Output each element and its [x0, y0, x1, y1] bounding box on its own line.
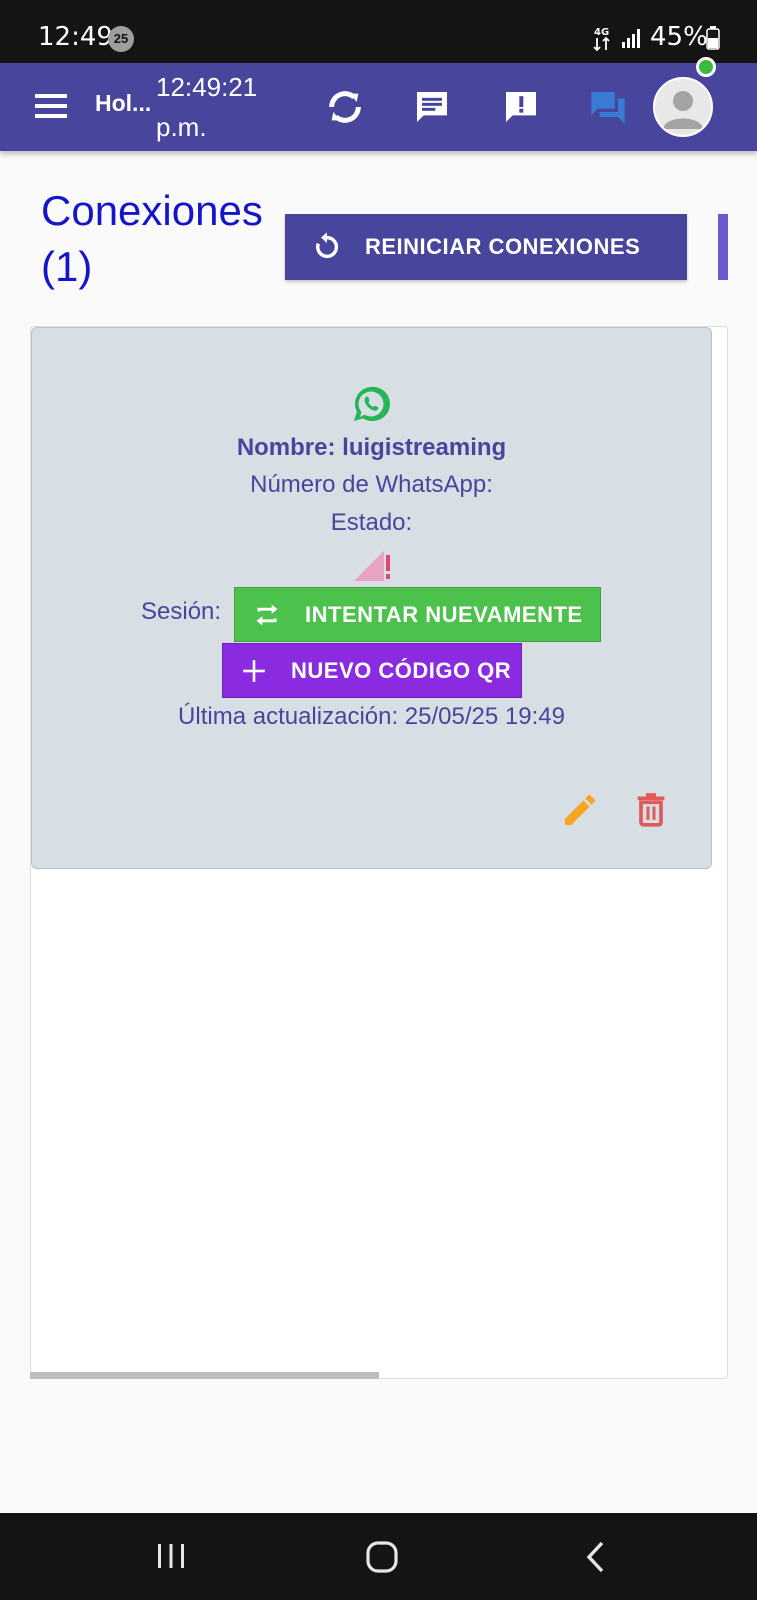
signal-icon — [622, 29, 640, 48]
forum-icon[interactable] — [588, 87, 628, 127]
signal-warning-icon — [354, 551, 390, 581]
delete-icon[interactable] — [631, 789, 671, 829]
restart-connections-button[interactable]: REINICIAR CONEXIONES — [285, 214, 687, 280]
new-qr-code-button[interactable]: NUEVO CÓDIGO QR — [222, 643, 522, 698]
connection-name: Nombre: luigistreaming — [236, 434, 507, 461]
edit-icon[interactable] — [560, 790, 600, 830]
refresh-icon[interactable] — [325, 87, 365, 127]
battery-icon — [706, 26, 720, 50]
session-label: Sesión: — [141, 598, 222, 625]
user-silhouette-icon — [663, 91, 703, 129]
state-label: Estado: — [330, 509, 413, 536]
plus-icon — [243, 659, 265, 682]
network-activity-icon: 4G — [593, 27, 610, 52]
restart-icon — [316, 232, 339, 259]
feedback-alert-icon[interactable] — [501, 87, 541, 127]
page-title: Conexiones (1) — [41, 187, 263, 290]
restart-button-label: REINICIAR CONEXIONES — [365, 234, 641, 259]
horizontal-scrollbar[interactable] — [30, 1372, 379, 1379]
overflow-button-edge[interactable] — [718, 214, 728, 280]
chat-icon[interactable] — [412, 87, 452, 127]
app-title: Hol... — [95, 90, 152, 116]
retry-button[interactable]: INTENTAR NUEVAMENTE — [234, 587, 601, 642]
last-update: Última actualización: 25/05/25 19:49 — [178, 703, 565, 730]
system-navigation-bar — [0, 1513, 757, 1600]
notification-count-badge: 25 — [108, 26, 134, 52]
status-time: 12:49 — [38, 22, 113, 52]
recent-apps-icon[interactable] — [155, 1540, 187, 1572]
back-icon[interactable] — [582, 1539, 610, 1575]
retry-button-label: INTENTAR NUEVAMENTE — [305, 601, 583, 627]
battery-percent: 45% — [650, 22, 708, 52]
status-bar: 12:49 25 4G 45% — [0, 0, 757, 63]
home-icon[interactable] — [364, 1539, 400, 1575]
whatsapp-icon — [354, 386, 390, 421]
whatsapp-number-label: Número de WhatsApp: — [250, 471, 493, 498]
avatar[interactable] — [653, 77, 713, 137]
online-status-dot — [696, 57, 716, 77]
app-clock: 12:49:21 p.m. — [156, 72, 258, 142]
repeat-icon — [256, 604, 278, 625]
app-bar: Hol... 12:49:21 p.m. — [0, 63, 757, 151]
menu-icon[interactable] — [33, 91, 69, 121]
qr-button-label: NUEVO CÓDIGO QR — [291, 657, 512, 683]
network-label: 4G — [594, 27, 609, 38]
